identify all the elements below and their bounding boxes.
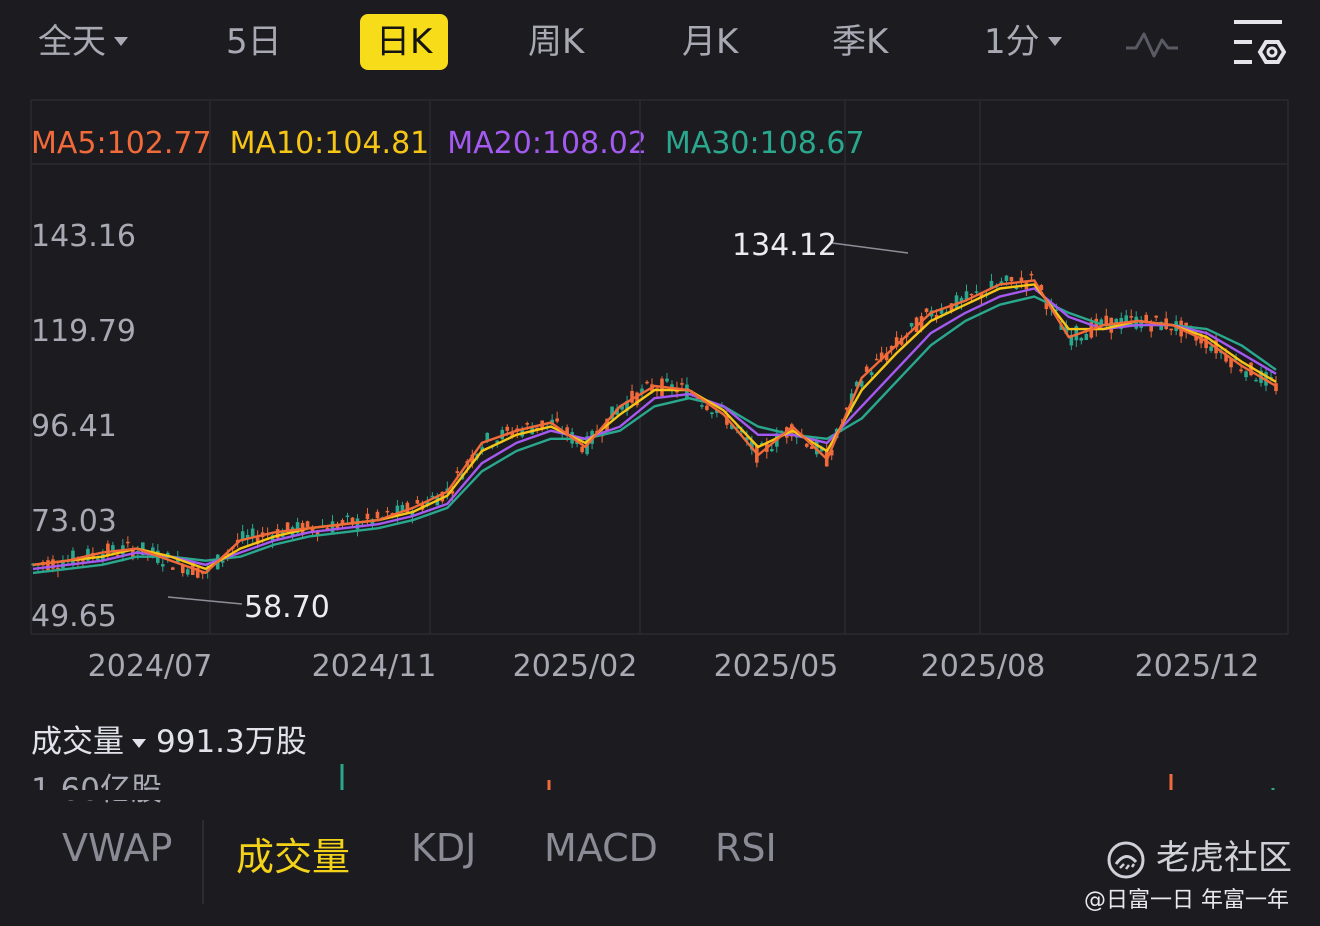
y-tick-label: 96.41 xyxy=(31,409,117,444)
y-tick-label: 143.16 xyxy=(31,219,136,254)
dropdown-arrow-icon xyxy=(114,37,128,46)
volume-panel-edge xyxy=(0,790,1320,800)
candle-body xyxy=(1129,316,1134,318)
candle-body xyxy=(705,405,709,410)
candle-body xyxy=(285,522,290,531)
candle-body xyxy=(1209,346,1213,351)
x-tick-label: 2024/11 xyxy=(312,649,437,684)
candle-body xyxy=(525,423,530,425)
y-tick-label: 49.65 xyxy=(31,599,117,634)
tab-quarterly-k[interactable]: 季K xyxy=(832,14,888,70)
candle-body xyxy=(455,471,460,473)
x-tick-label: 2025/12 xyxy=(1135,649,1260,684)
candle-body xyxy=(665,378,669,382)
tab-monthly-k[interactable]: 月K xyxy=(682,14,738,70)
tab-full-day[interactable]: 全天 xyxy=(38,14,128,70)
volume-max-label: 1.60亿股 xyxy=(31,764,162,809)
indicator-tab-vwap[interactable]: VWAP xyxy=(62,826,172,870)
dropdown-arrow-icon xyxy=(132,739,146,748)
candle-body xyxy=(1254,379,1258,382)
candle-body xyxy=(969,293,974,296)
candle-body xyxy=(126,541,130,544)
candle-body xyxy=(954,295,959,308)
candle-body xyxy=(700,405,704,407)
tab-5-day[interactable]: 5日 xyxy=(226,14,282,70)
annotation-line-high xyxy=(831,242,909,254)
candle-body xyxy=(1154,315,1158,318)
candle-body xyxy=(365,513,370,520)
settings-gear-icon[interactable] xyxy=(1230,18,1286,70)
line-chart-wave-icon[interactable] xyxy=(1124,26,1180,62)
x-axis-labels: 2024/07 2024/11 2025/02 2025/05 2025/08 2025/… xyxy=(88,649,1260,684)
candle-body xyxy=(106,543,110,556)
candle-body xyxy=(680,383,684,385)
author-watermark: @日富一日 年富一年 xyxy=(1084,888,1289,913)
candle-body xyxy=(250,528,255,537)
annotation-high-label: 134.12 xyxy=(732,228,837,263)
candle-body xyxy=(305,521,310,528)
annotation-low-label: 58.70 xyxy=(244,590,330,625)
candle-body xyxy=(1009,276,1014,282)
indicator-tab-macd[interactable]: MACD xyxy=(544,826,658,870)
tab-daily-k[interactable]: 日K xyxy=(360,14,449,70)
candle-body xyxy=(804,443,809,447)
annotation-line-low xyxy=(167,596,243,605)
x-tick-label: 2024/07 xyxy=(88,649,213,684)
candle-body xyxy=(645,381,649,384)
candle-body xyxy=(874,358,879,361)
tiger-logo-icon xyxy=(1107,841,1145,878)
dropdown-arrow-icon xyxy=(1047,37,1062,46)
brand-logo: 老虎社区 xyxy=(1106,830,1292,878)
candle-body xyxy=(185,569,190,575)
candle-body xyxy=(1084,333,1089,341)
chart-grid xyxy=(30,99,1289,635)
y-tick-label: 73.03 xyxy=(31,504,117,539)
x-tick-label: 2025/08 xyxy=(921,649,1046,684)
x-tick-label: 2025/05 xyxy=(714,649,839,684)
candle-body xyxy=(770,449,774,452)
candle-body xyxy=(710,412,714,415)
moving-average-lines xyxy=(32,279,1277,575)
candle-body xyxy=(1079,337,1084,341)
indicator-tab-rsi[interactable]: RSI xyxy=(715,826,777,870)
candlestick-series xyxy=(31,270,1278,580)
brand-name: 老虎社区 xyxy=(1156,838,1292,878)
candle-body xyxy=(1169,328,1173,331)
candle-body xyxy=(580,446,584,453)
tab-1-minute[interactable]: 1分 xyxy=(984,14,1062,70)
candle-body xyxy=(345,515,350,518)
candle-body xyxy=(170,567,175,570)
candle-body xyxy=(924,308,929,313)
indicator-tab-kdj[interactable]: KDJ xyxy=(411,826,476,870)
candle-body xyxy=(375,511,380,519)
candle-body xyxy=(1239,369,1243,372)
candle-body xyxy=(869,372,874,376)
candle-body xyxy=(685,384,689,399)
candle-body xyxy=(555,418,559,422)
ma-line-ma30 xyxy=(32,295,1277,575)
candle-body xyxy=(1244,371,1248,378)
candle-body xyxy=(160,564,165,567)
candle-body xyxy=(909,322,914,327)
indicator-separator xyxy=(202,820,204,904)
candle-body xyxy=(415,500,420,504)
candlestick-chart[interactable]: 143.16119.7996.4173.0349.65 2024/07 2024/… xyxy=(0,96,1320,796)
volume-current-value: 991.3万股 xyxy=(156,724,307,760)
tab-weekly-k[interactable]: 周K xyxy=(528,14,584,70)
candle-body xyxy=(1004,275,1009,282)
volume-indicator-header[interactable]: 成交量 991.3万股 xyxy=(31,716,307,761)
candle-body xyxy=(385,510,390,513)
period-tabs: 全天 5日 日K 周K 月K 季K 1分 xyxy=(0,0,1320,90)
indicator-tab-volume[interactable]: 成交量 xyxy=(236,826,350,881)
candle-body xyxy=(505,426,510,431)
candle-body xyxy=(1029,273,1034,276)
y-tick-label: 119.79 xyxy=(31,314,136,349)
x-tick-label: 2025/02 xyxy=(513,649,638,684)
candle-body xyxy=(974,291,979,293)
